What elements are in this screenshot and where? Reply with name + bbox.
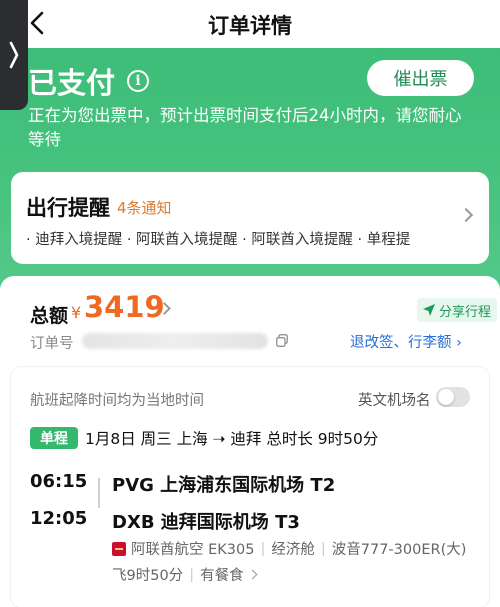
aircraft-type: 波音777-300ER(大) xyxy=(331,542,467,558)
urge-ticket-button[interactable]: 催出票 xyxy=(367,60,474,96)
reminder-title: 出行提醒 xyxy=(26,196,110,220)
currency-symbol: ¥ xyxy=(71,303,82,322)
share-trip-label: 分享行程 xyxy=(438,304,491,320)
one-way-badge: 单程 xyxy=(30,427,78,449)
total-amount[interactable]: 3419 xyxy=(84,290,165,324)
copy-icon[interactable] xyxy=(276,334,288,347)
duration-meal-row[interactable]: 飞9时50分 | 有餐食 xyxy=(112,564,258,585)
chevron-right-icon xyxy=(9,41,19,69)
chevron-right-icon xyxy=(247,569,258,580)
refund-baggage-link[interactable]: 退改签、行李额 › xyxy=(350,331,462,352)
order-card: 总额 ¥ 3419 分享行程 订单号 退改签、行李额 › 航班起降时间均为当地时… xyxy=(0,276,500,607)
separator: | xyxy=(189,566,195,583)
navigation-bar: 订单详情 xyxy=(0,0,500,48)
arrival-time: 12:05 xyxy=(30,508,88,529)
status-title: 已支付 xyxy=(28,66,116,100)
toggle-knob xyxy=(438,389,454,405)
page-title: 订单详情 xyxy=(208,14,292,38)
send-icon xyxy=(422,304,435,316)
departure-airport: PVG 上海浦东国际机场 T2 xyxy=(112,475,336,496)
cabin-class: 经济舱 xyxy=(271,542,315,558)
flight-duration: 飞9时50分 xyxy=(112,568,184,584)
total-label: 总额 xyxy=(30,305,69,327)
info-icon[interactable]: i xyxy=(127,70,150,92)
status-description: 正在为您出票中，预计出票时间支付后24小时内，请您耐心等待 xyxy=(28,106,462,149)
timeline-connector xyxy=(98,478,100,508)
reminder-count-badge: 4条通知 xyxy=(117,199,172,217)
timezone-note: 航班起降时间均为当地时间 xyxy=(30,393,204,409)
payment-status: 已支付 i xyxy=(28,60,150,102)
chevron-right-icon xyxy=(458,207,474,223)
share-trip-button[interactable]: 分享行程 xyxy=(417,298,497,322)
separator: | xyxy=(320,540,326,557)
flight-details-row: 阿联酋航空 EK305 | 经济舱 | 波音777-300ER(大) xyxy=(112,538,482,559)
trip-summary: 1月8日 周三 上海 ➝ 迪拜 总时长 9时50分 xyxy=(85,430,379,448)
english-airport-name-toggle[interactable] xyxy=(436,387,470,407)
flight-info-card: 航班起降时间均为当地时间 英文机场名 单程 1月8日 周三 上海 ➝ 迪拜 总时… xyxy=(11,367,489,607)
airline-logo-icon xyxy=(112,541,126,556)
order-number-redacted xyxy=(82,333,268,349)
arrival-airport: DXB 迪拜国际机场 T3 xyxy=(112,512,300,533)
meal-info: 有餐食 xyxy=(200,568,244,584)
travel-reminder-card[interactable]: 出行提醒 4条通知 · 迪拜入境提醒 · 阿联酋入境提醒 · 阿联酋入境提醒 ·… xyxy=(11,172,489,264)
order-number-label: 订单号 xyxy=(30,336,74,352)
departure-time: 06:15 xyxy=(30,471,88,492)
airline-flight: 阿联酋航空 EK305 xyxy=(131,542,255,558)
reminder-items: · 迪拜入境提醒 · 阿联酋入境提醒 · 阿联酋入境提醒 · 单程提 xyxy=(26,232,411,248)
english-airport-name-label: 英文机场名 xyxy=(358,393,431,409)
side-panel-handle[interactable] xyxy=(0,0,28,110)
separator: | xyxy=(260,540,266,557)
